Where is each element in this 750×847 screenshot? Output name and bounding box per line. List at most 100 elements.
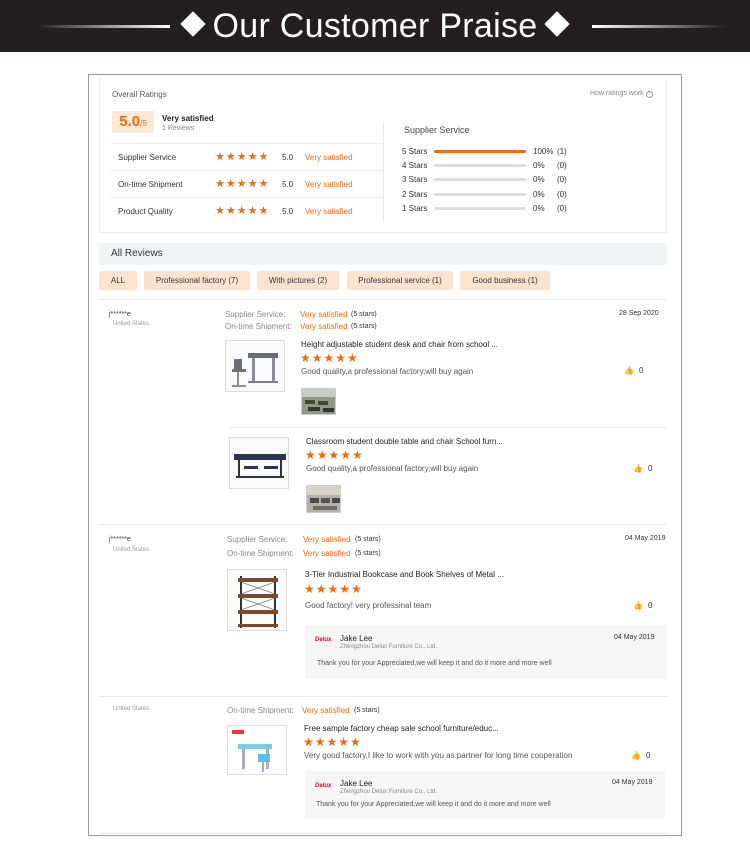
star-level-percent: 0% <box>533 161 545 170</box>
divider <box>229 427 667 428</box>
review-photo[interactable] <box>301 388 336 415</box>
star-bar-fill <box>434 150 526 153</box>
product-thumbnail[interactable] <box>227 569 287 631</box>
reply-date: 04 May 2019 <box>612 779 653 786</box>
rating-row-on-time-shipment: On-time Shipment ★★★★★ 5.0 Very satisfie… <box>110 170 382 196</box>
rating-row-text: Very satisfied <box>305 180 353 189</box>
review-photo[interactable] <box>306 485 341 513</box>
filter-chip-professional-factory[interactable]: Professional factory (7) <box>144 271 250 290</box>
like-button[interactable]: 👍 0 <box>631 751 650 760</box>
rating-stars-count: (5 stars) <box>355 536 381 543</box>
rating-row-score: 5.0 <box>282 207 294 216</box>
star-rating-icon: ★★★★★ <box>215 178 270 190</box>
star-bar-track <box>434 207 526 210</box>
supplier-reply: Delux Jake Lee Zhengzhou Delux Furniture… <box>305 625 667 679</box>
overall-score-badge: 5.0/5 <box>112 111 154 133</box>
thumbs-up-icon: 👍 <box>633 464 643 473</box>
desk-chair-image <box>232 353 278 387</box>
filter-chip-with-pictures[interactable]: With pictures (2) <box>257 271 339 290</box>
review-text: Good quality,a professional factory,will… <box>306 464 479 473</box>
star-level-count: (0) <box>557 175 567 184</box>
product-thumbnail[interactable] <box>229 437 289 489</box>
thumbs-up-icon: 👍 <box>624 366 634 375</box>
star-level-count: (0) <box>557 190 567 199</box>
review-text: Good quality,a professional factory,will… <box>301 367 474 376</box>
rating-stars-count: (5 stars) <box>351 323 377 330</box>
ratings-divider <box>383 122 384 222</box>
reply-author: Jake Lee <box>340 779 373 788</box>
bookcase-image <box>238 576 278 628</box>
rating-row-label: Supplier Service <box>118 153 177 162</box>
product-title-link[interactable]: Free sample factory cheap sale school fu… <box>304 724 499 733</box>
star-level-label: 2 Stars <box>402 190 428 199</box>
star-level-label: 3 Stars <box>402 175 428 184</box>
overall-ratings-heading: Overall Ratings <box>112 90 167 99</box>
filter-chip-all[interactable]: ALL <box>99 271 137 290</box>
overall-summary: Very satisfied <box>162 114 214 123</box>
reviewer-country: United States <box>113 321 150 327</box>
classroom-photo-image <box>307 486 340 512</box>
star-level-label: 5 Stars <box>402 147 428 156</box>
star-bar-track <box>434 178 526 181</box>
banner-title-text: Our Customer Praise <box>212 7 538 45</box>
product-thumbnail[interactable] <box>225 340 285 392</box>
rating-row-text: Very satisfied <box>305 207 353 216</box>
reply-text: Thank you for your Appreciated,we will k… <box>317 660 552 667</box>
double-desk-image <box>234 454 286 478</box>
divider <box>99 299 667 300</box>
star-rating-icon: ★★★★★ <box>304 582 363 596</box>
like-button[interactable]: 👍 0 <box>633 601 652 610</box>
product-title-link[interactable]: Height adjustable student desk and chair… <box>301 340 498 349</box>
rating-stars-count: (5 stars) <box>354 707 380 714</box>
review-text: Good factory! very professinal team <box>305 601 432 610</box>
classroom-photo-image <box>302 389 335 414</box>
review-date: 28 Sep 2020 <box>619 310 659 317</box>
how-ratings-work-link[interactable]: How ratings work ? <box>590 90 653 98</box>
supplier-service-heading: Supplier Service <box>404 125 470 135</box>
product-thumbnail[interactable] <box>227 725 287 775</box>
star-level-label: 1 Stars <box>402 204 428 213</box>
star-rating-icon: ★★★★★ <box>215 151 270 163</box>
rating-stars-count: (5 stars) <box>351 311 377 318</box>
filter-chip-professional-service[interactable]: Professional service (1) <box>347 271 453 290</box>
reviewer-name: j******e <box>109 536 131 543</box>
star-level-label: 4 Stars <box>402 161 428 170</box>
reply-author: Jake Lee <box>340 634 373 643</box>
star-level-count: (0) <box>557 204 567 213</box>
thumbs-up-icon: 👍 <box>631 751 641 760</box>
supplier-logo: Delux <box>315 783 332 789</box>
star-rating-icon: ★★★★★ <box>215 205 270 217</box>
banner-title: Our Customer Praise <box>0 7 750 45</box>
star-level-percent: 0% <box>533 190 545 199</box>
like-button[interactable]: 👍 0 <box>633 464 652 473</box>
reply-company: Zhengzhou Delux Furniture Co., Ltd. <box>340 789 438 795</box>
star-bar-track <box>434 164 526 167</box>
supplier-logo: Delux <box>315 637 332 643</box>
rating-row-text: Very satisfied <box>305 153 353 162</box>
reply-text: Thank you for your Appreciated,we will k… <box>316 801 551 808</box>
on-time-label: On-time Shipment: <box>227 549 294 558</box>
reviewer-country: United States <box>113 706 150 712</box>
on-time-label: On-time Shipment: <box>227 706 294 715</box>
star-level-count: (1) <box>557 147 567 156</box>
on-time-label: On-time Shipment: <box>225 322 292 331</box>
rating-row-supplier-service: Supplier Service ★★★★★ 5.0 Very satisfie… <box>110 143 382 169</box>
product-title-link[interactable]: 3-Tier Industrial Bookcase and Book Shel… <box>305 570 504 579</box>
like-button[interactable]: 👍 0 <box>624 366 643 375</box>
all-reviews-heading: All Reviews <box>99 243 667 265</box>
supplier-reply: Delux Jake Lee Zhengzhou Delux Furniture… <box>305 771 665 819</box>
product-title-link[interactable]: Classroom student double table and chair… <box>306 437 503 446</box>
reviewer-name: j******e <box>109 311 131 318</box>
star-rating-icon: ★★★★★ <box>303 735 362 749</box>
help-icon: ? <box>645 91 653 98</box>
divider <box>99 696 667 697</box>
divider <box>99 833 667 834</box>
filter-chip-good-business[interactable]: Good business (1) <box>460 271 550 290</box>
rating-row-label: On-time Shipment <box>118 180 183 189</box>
reply-date: 04 May 2019 <box>614 634 655 641</box>
rating-text: Very satisfied <box>300 322 348 331</box>
supplier-service-label: Supplier Service: <box>225 310 286 319</box>
rating-row-score: 5.0 <box>282 153 294 162</box>
star-bar-track <box>434 193 526 196</box>
star-rating-icon: ★★★★★ <box>300 351 359 365</box>
